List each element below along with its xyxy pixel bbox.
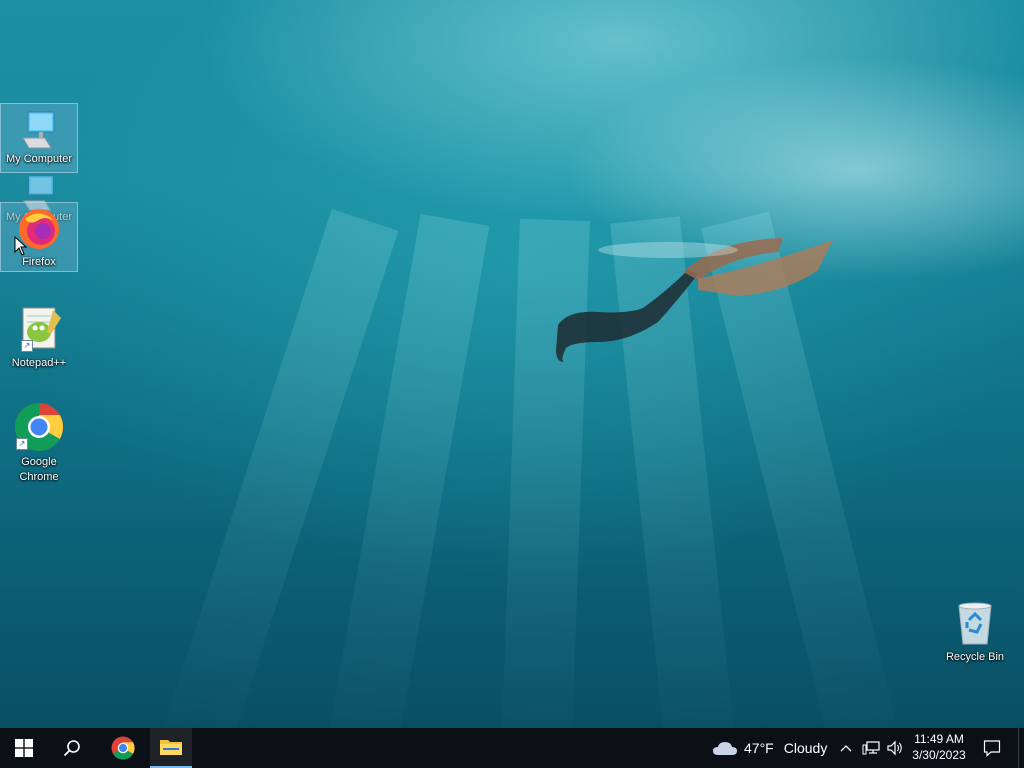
cloud-icon xyxy=(713,742,737,755)
desktop-wallpaper: My Computer My Computer Firefox xyxy=(0,0,1024,728)
network-status-button[interactable] xyxy=(861,738,881,758)
icon-label: Google Chrome xyxy=(19,456,59,483)
clock-time: 11:49 AM xyxy=(914,732,964,746)
volume-button[interactable] xyxy=(885,738,905,758)
show-hidden-icons-button[interactable] xyxy=(838,738,854,758)
computer-icon xyxy=(22,111,55,149)
start-button[interactable] xyxy=(0,728,48,768)
clock[interactable]: 11:49 AM 3/30/2023 xyxy=(908,731,970,763)
icon-label: Notepad++ xyxy=(11,357,67,369)
desktop-icon-recycle-bin[interactable]: Recycle Bin xyxy=(937,600,1013,665)
icon-label: My Computer xyxy=(5,153,73,165)
action-center-button[interactable] xyxy=(980,736,1004,760)
file-explorer-icon xyxy=(160,740,182,755)
mouse-cursor-icon xyxy=(14,236,28,256)
weather-widget[interactable]: 47°F Cloudy xyxy=(712,728,827,768)
search-button[interactable] xyxy=(48,728,96,768)
speaker-icon xyxy=(887,740,902,756)
network-icon xyxy=(862,741,880,755)
desktop-icon-my-computer[interactable]: My Computer xyxy=(0,103,78,173)
clock-date: 3/30/2023 xyxy=(912,748,966,762)
desktop-icon-firefox[interactable]: Firefox xyxy=(0,202,78,272)
weather-condition: Cloudy xyxy=(783,740,828,756)
show-desktop-button[interactable] xyxy=(1018,728,1019,768)
weather-temperature: 47°F xyxy=(744,740,774,756)
windows-start-icon xyxy=(15,739,33,757)
notification-icon xyxy=(983,740,1001,757)
taskbar: 47°F Cloudy 11:49 AM 3/30/2023 xyxy=(0,728,1024,768)
desktop-icon-google-chrome[interactable]: ↗ Google Chrome xyxy=(1,402,77,485)
icon-label: Firefox xyxy=(22,256,56,268)
chevron-up-icon xyxy=(840,745,852,752)
taskbar-chrome[interactable] xyxy=(100,728,146,768)
search-icon xyxy=(63,740,80,757)
taskbar-file-explorer[interactable] xyxy=(150,728,192,768)
chrome-icon xyxy=(111,736,135,760)
swimmer-image xyxy=(556,238,833,362)
shortcut-arrow-icon: ↗ xyxy=(21,340,33,352)
icon-label: Recycle Bin xyxy=(945,651,1005,663)
shortcut-arrow-icon: ↗ xyxy=(16,438,28,450)
desktop-icon-notepadpp[interactable]: ↗ Notepad++ xyxy=(1,306,77,371)
recycle-bin-icon xyxy=(958,602,992,645)
